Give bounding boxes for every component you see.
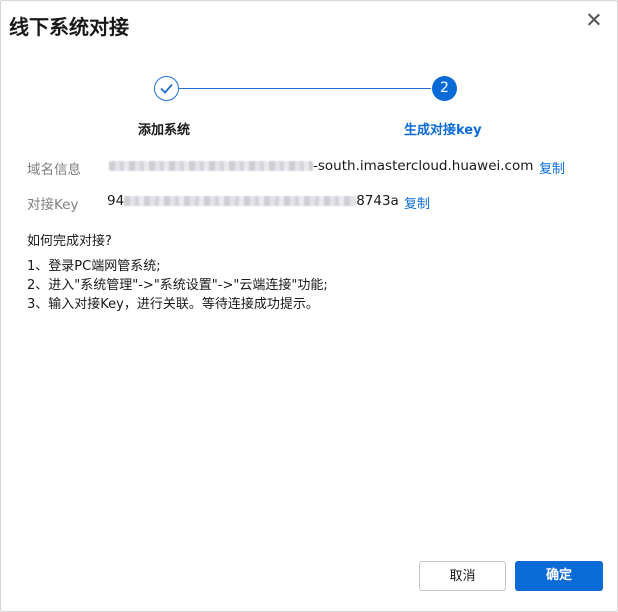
step-1-label: 添加系统 [138, 123, 191, 138]
key-suffix: 8743a [356, 193, 399, 209]
key-row: 对接Key 94 8743a 复制 [27, 193, 430, 213]
cancel-button[interactable]: 取消 [419, 561, 506, 591]
domain-suffix: -south.imastercloud.huawei.com [313, 158, 534, 174]
key-prefix: 94 [107, 193, 125, 209]
instructions-list: 1、登录PC端网管系统; 2、进入"系统管理"->"系统设置"->"云端连接"功… [27, 257, 328, 314]
domain-value: -south.imastercloud.huawei.com [109, 158, 533, 174]
confirm-button[interactable]: 确定 [515, 561, 603, 591]
key-value: 94 8743a [107, 193, 399, 209]
check-icon [160, 83, 173, 94]
redacted-key-middle [124, 196, 357, 206]
domain-label: 域名信息 [27, 162, 81, 178]
redacted-domain-prefix [109, 161, 313, 171]
close-icon[interactable] [584, 10, 604, 30]
step-1-indicator [154, 76, 179, 101]
key-label: 对接Key [27, 197, 79, 213]
copy-domain-link[interactable]: 复制 [539, 158, 565, 177]
instructions-heading: 如何完成对接? [27, 234, 112, 249]
instruction-item: 1、登录PC端网管系统; [27, 259, 161, 274]
dialog-title: 线下系统对接 [9, 15, 129, 39]
instruction-item: 3、输入对接Key，进行关联。等待连接成功提示。 [27, 297, 319, 312]
instruction-item: 2、进入"系统管理"->"系统设置"->"云端连接"功能; [27, 278, 328, 293]
stepper: 2 添加系统 生成对接key [1, 75, 618, 145]
step-connector [179, 88, 431, 89]
copy-key-link[interactable]: 复制 [404, 193, 430, 212]
domain-row: 域名信息 -south.imastercloud.huawei.com 复制 [27, 158, 565, 178]
step-2-label: 生成对接key [404, 123, 482, 138]
dialog: 线下系统对接 2 添加系统 生成对接key 域名信息 -south.imaste… [0, 0, 618, 612]
step-2-indicator: 2 [432, 76, 457, 101]
